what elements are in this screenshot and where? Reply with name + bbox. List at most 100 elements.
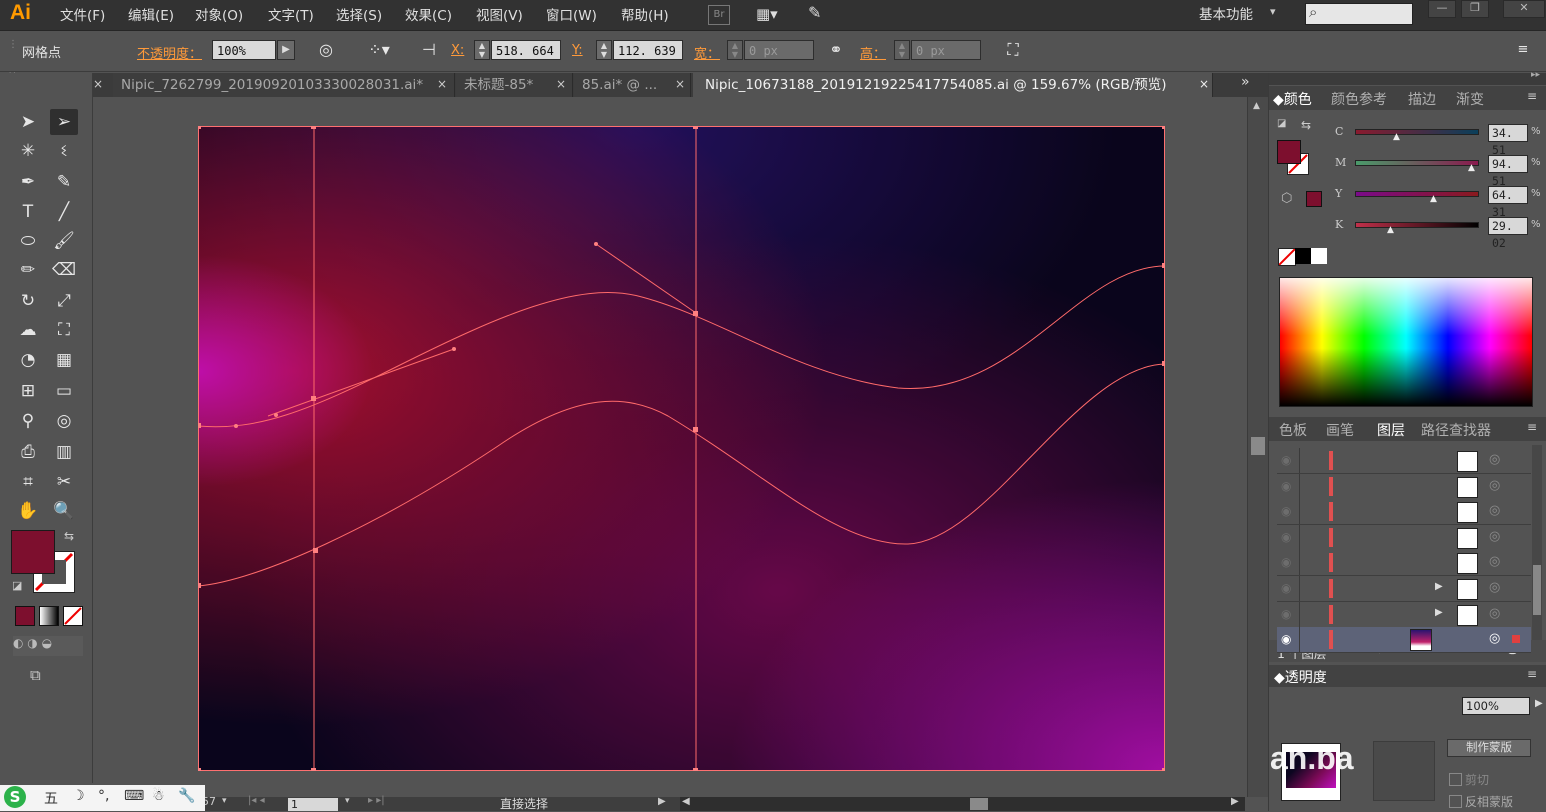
eyedropper-tool-icon[interactable]: ⚲ xyxy=(14,408,42,434)
channel-slider-track[interactable] xyxy=(1355,222,1479,228)
punctuation-icon[interactable]: °, xyxy=(98,788,109,804)
artboard[interactable] xyxy=(198,126,1165,771)
close-icon[interactable]: × xyxy=(93,77,103,91)
slice-tool-icon[interactable]: ✂ xyxy=(50,469,78,495)
channel-value-input[interactable]: 34. 51 xyxy=(1488,124,1528,157)
width-stepper[interactable]: ▲ ▼ xyxy=(727,40,743,60)
first-page-icon[interactable]: |◂ ◂ xyxy=(248,795,265,806)
clip-checkbox[interactable] xyxy=(1449,773,1462,786)
symbol-sprayer-tool-icon[interactable]: ⎙ xyxy=(14,439,42,465)
vertical-scrollbar[interactable]: ▲ xyxy=(1247,97,1268,797)
opacity-input[interactable]: 100% xyxy=(212,40,276,60)
grip-icon[interactable]: ⋮ xyxy=(8,39,18,50)
channel-value-input[interactable]: 94. 51 xyxy=(1488,155,1528,188)
menu-window[interactable]: 窗口(W) xyxy=(546,4,597,24)
tab-color-guide[interactable]: 颜色参考 xyxy=(1331,89,1387,109)
pen-tool-icon[interactable]: ✒ xyxy=(14,169,42,195)
moon-icon[interactable]: ☽ xyxy=(72,788,85,804)
scrollbar-thumb[interactable] xyxy=(1533,565,1541,615)
eye-icon[interactable]: ◉ xyxy=(1281,453,1291,467)
opacity-label[interactable]: 不透明度： xyxy=(137,43,202,62)
menu-object[interactable]: 对象(O) xyxy=(195,4,243,24)
close-icon[interactable]: × xyxy=(675,77,685,91)
close-icon[interactable]: × xyxy=(1199,77,1209,91)
tab-document-1[interactable]: Nipic_7262799_20190920103330028031.ai* xyxy=(113,73,455,97)
target-icon[interactable]: ◎ xyxy=(1489,529,1500,544)
tab-gradient[interactable]: 渐变 xyxy=(1456,89,1484,109)
transform-icon[interactable]: ⛶ xyxy=(1000,39,1026,61)
menu-type[interactable]: 文字(T) xyxy=(268,4,314,24)
restore-button[interactable]: ❐ xyxy=(1461,0,1489,18)
y-input[interactable]: 112. 639 xyxy=(613,40,683,60)
invert-mask-checkbox[interactable] xyxy=(1449,795,1462,808)
eye-icon[interactable]: ◉ xyxy=(1281,504,1291,518)
layer-row[interactable]: ◉ ◎ xyxy=(1277,473,1531,500)
paintbrush-tool-icon[interactable]: 🖌 xyxy=(50,228,78,254)
tab-brushes[interactable]: 画笔 xyxy=(1326,420,1354,440)
chevron-down-icon[interactable]: ▾ xyxy=(222,796,227,806)
minimize-button[interactable]: — xyxy=(1428,0,1456,18)
tab-transparency[interactable]: ◆透明度 xyxy=(1274,667,1327,687)
menu-file[interactable]: 文件(F) xyxy=(60,4,105,24)
rotate-tool-icon[interactable]: ↻ xyxy=(14,288,42,314)
column-graph-tool-icon[interactable]: ▥ xyxy=(50,439,78,465)
menu-edit[interactable]: 编辑(E) xyxy=(128,4,174,24)
scroll-right-icon[interactable]: ▶ xyxy=(1231,796,1239,807)
eye-icon[interactable]: ◉ xyxy=(1281,530,1291,544)
swap-colors-icon[interactable]: ⇆ xyxy=(1301,118,1311,132)
page-input[interactable]: 1 xyxy=(288,798,338,811)
close-icon[interactable]: × xyxy=(437,77,447,91)
selection-tool-icon[interactable]: ➤ xyxy=(14,109,42,135)
ime-mode[interactable]: 五 xyxy=(44,788,58,808)
artboard-tool-icon[interactable]: ⌗ xyxy=(14,469,42,495)
menu-view[interactable]: 视图(V) xyxy=(476,4,523,24)
panel-menu-icon[interactable]: ≡ xyxy=(1527,420,1537,434)
tab-overflow-icon[interactable]: » xyxy=(1241,74,1250,90)
eraser-tool-icon[interactable]: ⌫ xyxy=(50,257,78,283)
perspective-grid-tool-icon[interactable]: ▦ xyxy=(50,347,78,373)
fill-swatch[interactable] xyxy=(11,530,55,574)
default-colors-icon[interactable]: ◪ xyxy=(12,579,22,592)
close-icon[interactable]: × xyxy=(556,77,566,91)
layer-row[interactable]: ◉ ◎ xyxy=(1277,448,1531,474)
swap-colors-icon[interactable]: ⇆ xyxy=(64,529,74,543)
white-swatch[interactable] xyxy=(1311,248,1327,264)
channel-slider-track[interactable] xyxy=(1355,129,1479,135)
chevron-down-icon[interactable]: ▾ xyxy=(345,796,350,806)
width-label[interactable]: 宽： xyxy=(694,43,720,62)
tab-swatches[interactable]: 色板 xyxy=(1279,420,1307,440)
tab-stroke[interactable]: 描边 xyxy=(1408,89,1436,109)
scale-tool-icon[interactable]: ⤢ xyxy=(50,288,78,314)
skin-icon[interactable]: ☃ xyxy=(152,788,165,804)
eye-icon[interactable]: ◉ xyxy=(1281,479,1291,493)
channel-value-input[interactable]: 64. 31 xyxy=(1488,186,1528,219)
y-label[interactable]: Y: xyxy=(572,43,583,58)
zoom-tool-icon[interactable]: 🔍 xyxy=(50,498,78,524)
line-tool-icon[interactable]: ╱ xyxy=(50,199,78,225)
black-swatch[interactable] xyxy=(1295,248,1311,264)
bridge-button[interactable]: Br xyxy=(708,5,730,25)
gamut-swatch[interactable] xyxy=(1306,191,1322,207)
layer-row[interactable]: ◉ ◎ xyxy=(1277,524,1531,551)
none-swatch[interactable] xyxy=(1278,248,1296,266)
lasso-tool-icon[interactable]: ଽ xyxy=(50,138,78,164)
color-mode-button[interactable] xyxy=(15,606,35,626)
tab-document-3[interactable]: 85.ai* @ ... xyxy=(574,73,691,97)
gpu-performance-icon[interactable]: ✎ xyxy=(808,3,836,25)
color-spectrum[interactable] xyxy=(1279,277,1533,407)
scrollbar-thumb[interactable] xyxy=(1251,437,1265,455)
default-colors-icon[interactable]: ◪ xyxy=(1277,118,1291,132)
x-input[interactable]: 518. 664 xyxy=(491,40,561,60)
tab-pathfinder[interactable]: 路径查找器 xyxy=(1421,420,1491,440)
opacity-arrow-icon[interactable]: ▶ xyxy=(1535,698,1543,709)
target-icon[interactable]: ◎ xyxy=(1489,452,1500,467)
tab-document-active[interactable]: Nipic_10673188_20191219225417754085.ai @… xyxy=(693,73,1213,97)
panel-menu-icon[interactable]: ≡ xyxy=(1512,39,1534,61)
width-input[interactable]: 0 px xyxy=(744,40,814,60)
menu-help[interactable]: 帮助(H) xyxy=(621,4,669,24)
ime-toolbar[interactable]: S 五 ☽ °, ⌨ ☃ 🔧 xyxy=(0,785,205,811)
layer-row[interactable]: ◉ ▶ ◎ xyxy=(1277,601,1531,628)
x-stepper[interactable]: ▲ ▼ xyxy=(474,40,490,60)
y-stepper[interactable]: ▲ ▼ xyxy=(596,40,612,60)
channel-value-input[interactable]: 29. 02 xyxy=(1488,217,1528,250)
